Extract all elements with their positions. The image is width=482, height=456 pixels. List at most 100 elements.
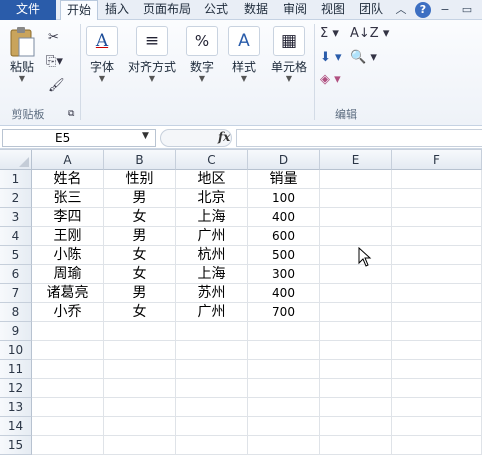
row-header-11[interactable]: 11 xyxy=(0,360,32,379)
cell-a9[interactable] xyxy=(32,322,104,341)
cell-a13[interactable] xyxy=(32,398,104,417)
find-icon[interactable]: 🔍 ▾ xyxy=(350,50,377,66)
name-box[interactable]: E5 xyxy=(2,129,156,147)
cell-b8[interactable]: 女 xyxy=(104,303,176,322)
cell-a11[interactable] xyxy=(32,360,104,379)
cell-c15[interactable] xyxy=(176,436,248,455)
cell-b9[interactable] xyxy=(104,322,176,341)
cell-b3[interactable]: 女 xyxy=(104,208,176,227)
cell-a4[interactable]: 王刚 xyxy=(32,227,104,246)
copy-icon[interactable]: ⎘▾ xyxy=(46,54,63,70)
cell-a8[interactable]: 小乔 xyxy=(32,303,104,322)
cell-c2[interactable]: 北京 xyxy=(176,189,248,208)
column-header-b[interactable]: B xyxy=(104,150,176,170)
formula-input[interactable] xyxy=(236,129,482,147)
cell-a3[interactable]: 李四 xyxy=(32,208,104,227)
column-header-d[interactable]: D xyxy=(248,150,320,170)
cell-d2[interactable]: 100 xyxy=(248,189,320,208)
cell-e5[interactable] xyxy=(320,246,392,265)
cell-b14[interactable] xyxy=(104,417,176,436)
cell-d10[interactable] xyxy=(248,341,320,360)
number-button[interactable]: % 数字 ▼ xyxy=(184,26,220,84)
cell-c12[interactable] xyxy=(176,379,248,398)
dialog-launcher-icon[interactable]: ⧉ xyxy=(68,106,74,122)
cell-c5[interactable]: 杭州 xyxy=(176,246,248,265)
row-header-5[interactable]: 5 xyxy=(0,246,32,265)
fill-icon[interactable]: ⬇ ▾ xyxy=(320,50,342,66)
cell-d14[interactable] xyxy=(248,417,320,436)
tab-home[interactable]: 开始 xyxy=(60,0,98,21)
cell-a10[interactable] xyxy=(32,341,104,360)
tab-view[interactable]: 视图 xyxy=(318,0,348,20)
row-header-9[interactable]: 9 xyxy=(0,322,32,341)
cell-d7[interactable]: 400 xyxy=(248,284,320,303)
cell-a1[interactable]: 姓名 xyxy=(32,170,104,189)
cell-b5[interactable]: 女 xyxy=(104,246,176,265)
cell-e14[interactable] xyxy=(320,417,392,436)
cells-button[interactable]: ▦ 单元格 ▼ xyxy=(268,26,310,84)
cell-d3[interactable]: 400 xyxy=(248,208,320,227)
cell-a15[interactable] xyxy=(32,436,104,455)
cell-f8[interactable] xyxy=(392,303,482,322)
tab-formulas[interactable]: 公式 xyxy=(200,0,232,20)
cell-b10[interactable] xyxy=(104,341,176,360)
cell-b15[interactable] xyxy=(104,436,176,455)
row-header-13[interactable]: 13 xyxy=(0,398,32,417)
cell-f1[interactable] xyxy=(392,170,482,189)
autosum-icon[interactable]: Σ ▾ xyxy=(320,26,339,42)
cell-f12[interactable] xyxy=(392,379,482,398)
cell-e1[interactable] xyxy=(320,170,392,189)
format-painter-icon[interactable]: 🖌 xyxy=(48,78,65,94)
tab-page-layout[interactable]: 页面布局 xyxy=(139,0,195,20)
help-icon[interactable]: ? xyxy=(415,2,431,18)
tab-file[interactable]: 文件 xyxy=(0,0,56,20)
cell-e10[interactable] xyxy=(320,341,392,360)
row-header-7[interactable]: 7 xyxy=(0,284,32,303)
cell-c4[interactable]: 广州 xyxy=(176,227,248,246)
cell-d1[interactable]: 销量 xyxy=(248,170,320,189)
cell-d12[interactable] xyxy=(248,379,320,398)
row-header-6[interactable]: 6 xyxy=(0,265,32,284)
cell-a14[interactable] xyxy=(32,417,104,436)
cell-e11[interactable] xyxy=(320,360,392,379)
row-header-2[interactable]: 2 xyxy=(0,189,32,208)
cell-b12[interactable] xyxy=(104,379,176,398)
cell-f7[interactable] xyxy=(392,284,482,303)
cell-d5[interactable]: 500 xyxy=(248,246,320,265)
chevron-up-icon[interactable]: ︿ xyxy=(393,1,409,18)
clear-icon[interactable]: ◈ ▾ xyxy=(320,72,341,88)
sort-filter-icon[interactable]: A↓Z ▾ xyxy=(350,26,389,42)
cell-f3[interactable] xyxy=(392,208,482,227)
cell-e7[interactable] xyxy=(320,284,392,303)
row-header-3[interactable]: 3 xyxy=(0,208,32,227)
cut-icon[interactable]: ✂ xyxy=(48,30,59,46)
select-all-button[interactable] xyxy=(0,150,32,170)
cell-f15[interactable] xyxy=(392,436,482,455)
chevron-down-icon[interactable]: ▼ xyxy=(142,131,149,141)
cell-c3[interactable]: 上海 xyxy=(176,208,248,227)
cell-d11[interactable] xyxy=(248,360,320,379)
cell-c9[interactable] xyxy=(176,322,248,341)
cell-c8[interactable]: 广州 xyxy=(176,303,248,322)
worksheet-grid[interactable]: ABCDEF 1 2 3 4 5 6 7 8 9 10 11 12 13 14 15 姓名 性别 地区 销量 张三男… xyxy=(0,149,482,456)
column-header-a[interactable]: A xyxy=(32,150,104,170)
cell-d8[interactable]: 700 xyxy=(248,303,320,322)
paste-button[interactable]: 粘贴 ▼ xyxy=(4,26,40,84)
cell-b4[interactable]: 男 xyxy=(104,227,176,246)
column-header-c[interactable]: C xyxy=(176,150,248,170)
restore-icon[interactable]: ▭ xyxy=(459,1,475,18)
cell-e8[interactable] xyxy=(320,303,392,322)
cell-b7[interactable]: 男 xyxy=(104,284,176,303)
tab-insert[interactable]: 插入 xyxy=(100,0,134,20)
cell-f13[interactable] xyxy=(392,398,482,417)
cell-c11[interactable] xyxy=(176,360,248,379)
cell-a6[interactable]: 周瑜 xyxy=(32,265,104,284)
minimize-icon[interactable]: − xyxy=(437,1,453,18)
cell-c6[interactable]: 上海 xyxy=(176,265,248,284)
cell-e9[interactable] xyxy=(320,322,392,341)
styles-button[interactable]: A 样式 ▼ xyxy=(226,26,262,84)
row-header-15[interactable]: 15 xyxy=(0,436,32,455)
tab-review[interactable]: 审阅 xyxy=(280,0,310,20)
insert-function-icon[interactable]: fx xyxy=(218,130,230,144)
cell-e2[interactable] xyxy=(320,189,392,208)
